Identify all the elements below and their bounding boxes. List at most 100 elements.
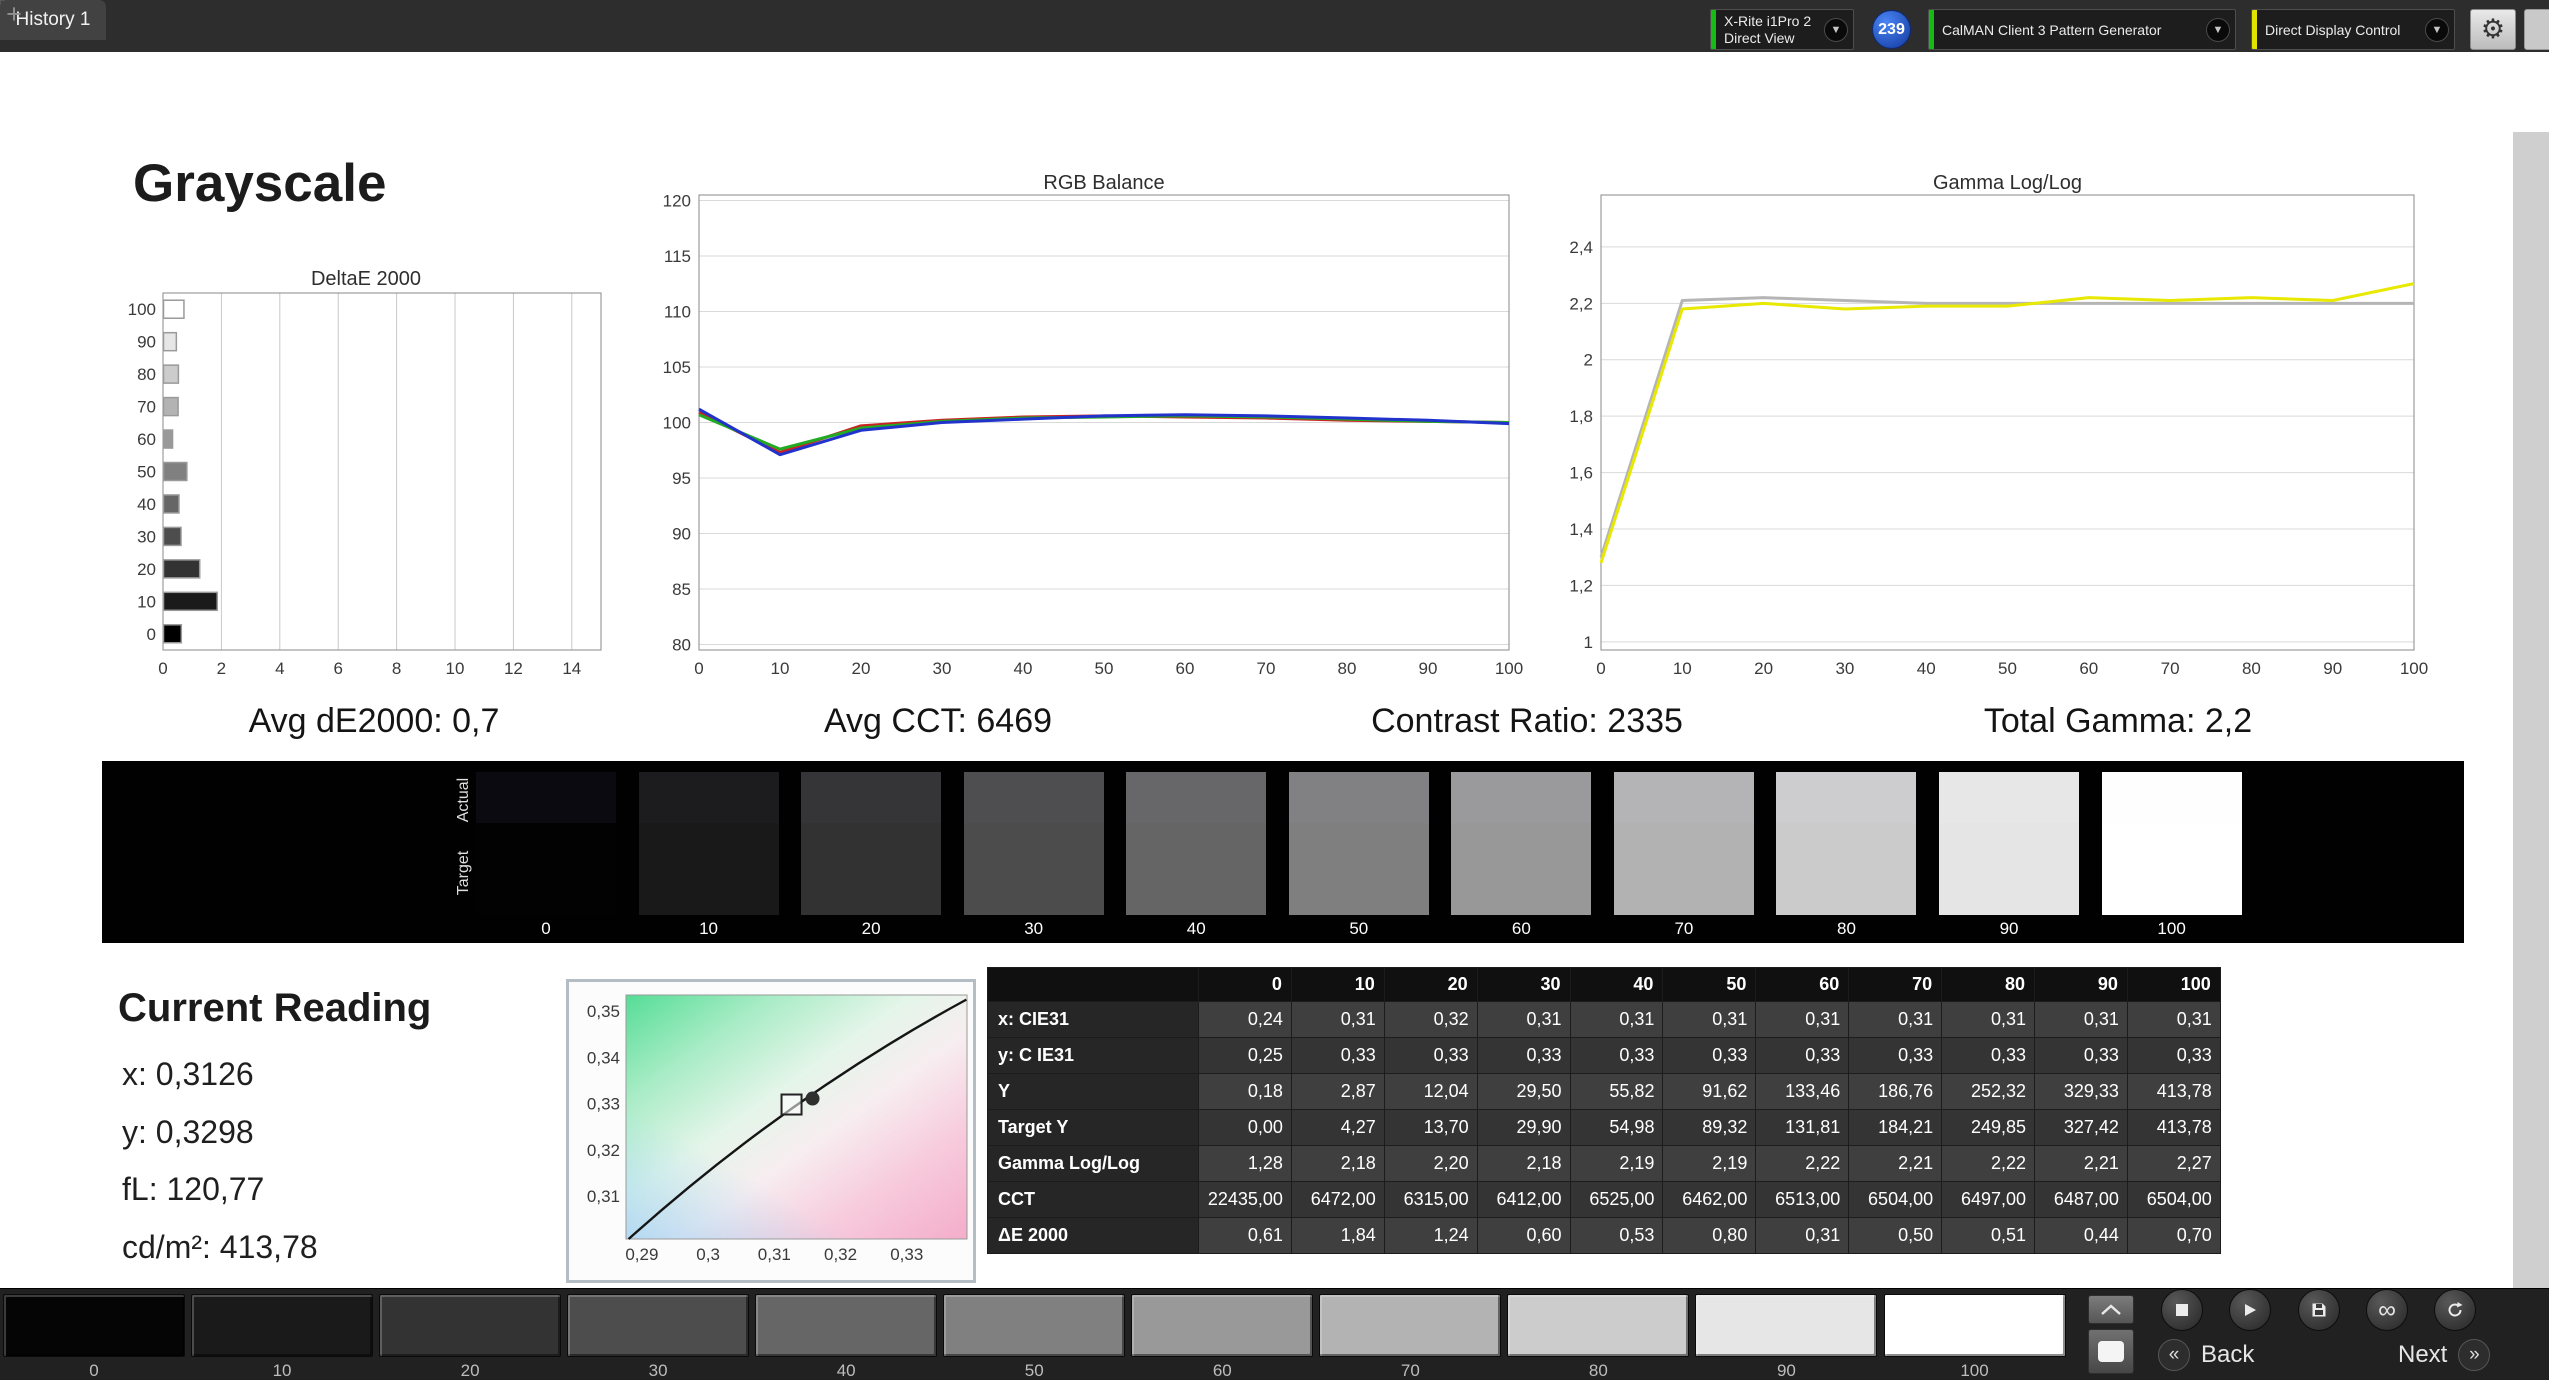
refresh-button[interactable]: [2434, 1289, 2476, 1331]
svg-text:100: 100: [2400, 659, 2428, 678]
pattern-status-accent: [1929, 10, 1934, 49]
svg-text:0,35: 0,35: [587, 1002, 620, 1021]
svg-text:2,4: 2,4: [1569, 238, 1593, 257]
table-row-label: x: CIE31: [987, 1001, 1199, 1038]
pattern-window-button[interactable]: [2088, 1329, 2134, 1374]
actual-patch: [476, 772, 616, 824]
bottom-toolbar: ∞ « Back Next » 0 10 20 30 40 50 60 70 80 90 100: [0, 1288, 2549, 1380]
edge-partial-button[interactable]: [2524, 9, 2549, 50]
table-cell: 12,04: [1383, 1073, 1478, 1110]
svg-text:60: 60: [137, 430, 156, 449]
table-cell: 0,31: [2034, 1001, 2128, 1038]
gray-level-label: 50: [1024, 1361, 1044, 1380]
svg-text:0: 0: [694, 659, 703, 678]
table-cell: 131,81: [1755, 1109, 1850, 1146]
meter-selector-button[interactable]: X-Rite i1Pro 2 Direct View ▼: [1710, 9, 1854, 50]
contrast-ratio-stat: Contrast Ratio: 2335: [1371, 702, 1683, 740]
actual-patch: [1613, 772, 1754, 824]
patch-level-label: 10: [699, 919, 718, 938]
save-icon: [2312, 1303, 2326, 1317]
table-cell: 6315,00: [1383, 1181, 1478, 1218]
gray-level-button-10[interactable]: [191, 1294, 374, 1357]
meter-count-badge[interactable]: 239: [1872, 10, 1911, 49]
svg-text:6: 6: [333, 659, 342, 678]
svg-text:RGB Balance: RGB Balance: [1043, 172, 1164, 194]
actual-patch: [963, 772, 1104, 824]
table-cell: 1,24: [1383, 1217, 1478, 1254]
svg-text:1: 1: [1584, 633, 1593, 652]
patch-level-label: 50: [1349, 919, 1369, 938]
collapse-panel-button[interactable]: [2088, 1295, 2134, 1324]
total-gamma-stat: Total Gamma: 2,2: [1983, 702, 2253, 740]
display-control-button[interactable]: Direct Display Control ▼: [2251, 9, 2455, 50]
gamma-loglog-chart[interactable]: Gamma Log/Log 2,4 2,2 2 1,8 1,6 1,4 1,2 1 0 10 20 30…: [1530, 165, 2460, 695]
svg-text:40: 40: [1014, 659, 1033, 678]
patch-level-label: 90: [1999, 919, 2019, 938]
add-tab-button[interactable]: +: [0, 0, 28, 29]
svg-text:30: 30: [933, 659, 952, 678]
grayscale-patch-90: [1939, 772, 2080, 915]
stop-button[interactable]: [2161, 1289, 2203, 1331]
svg-text:50: 50: [1095, 659, 1114, 678]
gray-level-button-0[interactable]: [3, 1294, 185, 1357]
rgb-balance-chart[interactable]: RGB Balance 80 85 90 95 100 105 110 115 120 0 10 20 3…: [620, 165, 1540, 695]
svg-text:70: 70: [137, 398, 156, 417]
chevron-down-icon: ▼: [2206, 17, 2230, 42]
svg-text:80: 80: [137, 365, 156, 384]
tab-bar: ▶ History 1 + X-Rite i1Pro 2 Direct View…: [0, 0, 2549, 52]
gray-level-button-50[interactable]: [943, 1294, 1126, 1357]
gray-level-button-80[interactable]: [1507, 1294, 1690, 1357]
table-cell: 91,62: [1662, 1073, 1757, 1110]
save-button[interactable]: [2298, 1289, 2340, 1331]
gray-level-label: 10: [272, 1361, 292, 1380]
gray-level-button-70[interactable]: [1319, 1294, 1502, 1357]
svg-text:0,3: 0,3: [696, 1245, 720, 1264]
next-button[interactable]: Next »: [2398, 1339, 2491, 1371]
table-row-label: Target Y: [987, 1109, 1199, 1146]
svg-text:0,34: 0,34: [587, 1048, 620, 1067]
svg-text:20: 20: [1754, 659, 1773, 678]
gray-level-button-90[interactable]: [1695, 1294, 1878, 1357]
table-cell: 2,19: [1569, 1145, 1664, 1182]
table-cell: 0,51: [1941, 1217, 2036, 1254]
gray-level-button-30[interactable]: [567, 1294, 750, 1357]
gray-level-button-100[interactable]: [1883, 1294, 2066, 1357]
grayscale-patch-30: [963, 772, 1104, 915]
gray-level-button-20[interactable]: [379, 1294, 562, 1357]
stop-icon: [2176, 1304, 2188, 1316]
svg-text:50: 50: [137, 463, 156, 482]
gray-level-button-40[interactable]: [755, 1294, 938, 1357]
table-cell: 6525,00: [1569, 1181, 1664, 1218]
svg-text:80: 80: [672, 635, 691, 654]
svg-text:1,8: 1,8: [1569, 407, 1593, 426]
pattern-generator-button[interactable]: CalMAN Client 3 Pattern Generator ▼: [1928, 9, 2236, 50]
table-row: Gamma Log/Log 1,28 2,18 2,20 2,18 2,19 2,19 2,2…: [987, 1145, 2221, 1182]
actual-patch: [1126, 772, 1267, 824]
svg-text:60: 60: [1176, 659, 1195, 678]
gray-level-label: 70: [1400, 1361, 1420, 1380]
reading-fl: fL: 120,77: [122, 1171, 265, 1207]
current-reading-title: Current Reading: [118, 986, 432, 1030]
back-button[interactable]: « Back: [2158, 1339, 2254, 1371]
table-col-header: 10: [1290, 967, 1385, 1002]
table-col-header: 30: [1476, 967, 1571, 1002]
table-col-header: 60: [1755, 967, 1850, 1002]
grayscale-patch-20: [801, 772, 942, 915]
deltae-2000-chart[interactable]: DeltaE 2000 0 2 4 6 8 10 12 14 100 90 80 70 60 50 40 30 2…: [90, 258, 635, 688]
table-cell: 133,46: [1755, 1073, 1850, 1110]
table-col-header: 20: [1383, 967, 1478, 1002]
measure-play-button[interactable]: [2229, 1289, 2271, 1331]
svg-text:0,31: 0,31: [587, 1187, 620, 1206]
svg-text:40: 40: [1917, 659, 1936, 678]
svg-text:1,2: 1,2: [1569, 576, 1593, 595]
table-cell: 6513,00: [1755, 1181, 1850, 1218]
refresh-icon: [2448, 1302, 2463, 1317]
patch-level-label: 0: [541, 919, 551, 938]
link-button[interactable]: ∞: [2366, 1289, 2408, 1331]
table-cell: 0,60: [1476, 1217, 1571, 1254]
settings-button[interactable]: ⚙: [2470, 9, 2516, 50]
cie-chromaticity-panel[interactable]: 0,35 0,34 0,33 0,32 0,31 0,29 0,3 0,31 0,32 0,33: [566, 979, 976, 1283]
target-patch: [638, 823, 779, 915]
gray-level-button-60[interactable]: [1131, 1294, 1314, 1357]
table-cell: 0,31: [1290, 1001, 1385, 1038]
